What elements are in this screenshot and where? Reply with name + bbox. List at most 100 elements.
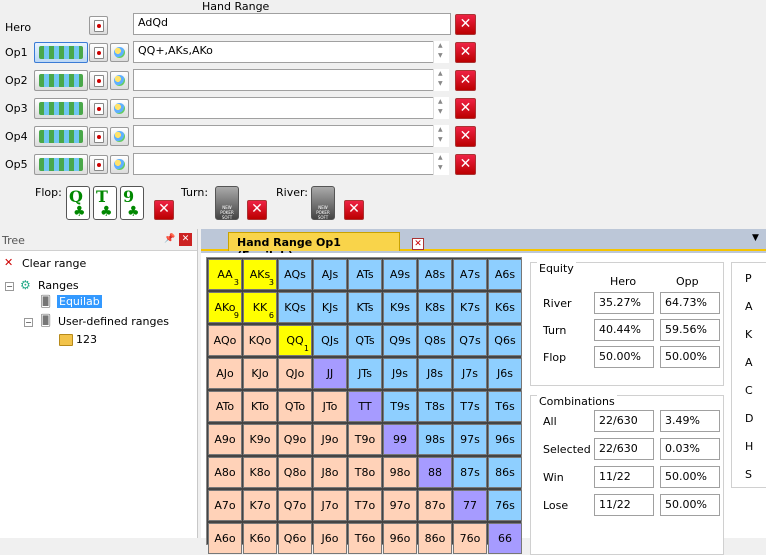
op1-range-matrix-button[interactable]	[34, 42, 88, 63]
river-clear-button[interactable]: ✕	[344, 200, 364, 220]
op2-clear-button[interactable]: ✕	[455, 70, 476, 91]
user-defined-collapse-toggle[interactable]: −	[24, 318, 33, 327]
hand-cell[interactable]: T6s	[488, 391, 522, 422]
op5-range-input[interactable]	[133, 153, 449, 175]
pin-icon[interactable]: 📌	[164, 234, 175, 244]
hand-cell[interactable]: K9s	[383, 292, 417, 323]
hand-cell[interactable]: 87s	[453, 457, 487, 488]
hand-cell[interactable]: JTo	[313, 391, 347, 422]
op3-card-picker-button[interactable]	[89, 99, 108, 118]
hand-cell[interactable]: 99	[383, 424, 417, 455]
hand-cell[interactable]: A6o	[208, 523, 242, 554]
hand-cell[interactable]: 96s	[488, 424, 522, 455]
hand-cell[interactable]: 86s	[488, 457, 522, 488]
hand-cell[interactable]: ATs	[348, 259, 382, 290]
op3-scrollbar[interactable]	[433, 97, 449, 119]
hero-clear-button[interactable]: ✕	[455, 14, 476, 35]
hand-cell[interactable]: AKo 9	[208, 292, 242, 323]
hand-cell[interactable]: TT	[348, 391, 382, 422]
hand-cell[interactable]: 86o	[418, 523, 452, 554]
hand-cell[interactable]: Q8s	[418, 325, 452, 356]
op4-clear-button[interactable]: ✕	[455, 126, 476, 147]
hand-cell[interactable]: AJs	[313, 259, 347, 290]
ranges-node[interactable]: Ranges	[38, 279, 79, 292]
op3-clear-button[interactable]: ✕	[455, 98, 476, 119]
hero-card-picker-button[interactable]	[89, 16, 108, 35]
op4-scrollbar[interactable]	[433, 125, 449, 147]
hand-cell[interactable]: T7o	[348, 490, 382, 521]
op5-range-matrix-button[interactable]	[34, 154, 88, 175]
hand-cell[interactable]: Q9s	[383, 325, 417, 356]
tab-hand-range-op1[interactable]: Hand Range Op1 (Equilab) ✕	[228, 232, 424, 262]
turn-clear-button[interactable]: ✕	[247, 200, 267, 220]
hand-cell[interactable]: J7o	[313, 490, 347, 521]
op2-color-button[interactable]	[110, 71, 129, 90]
flop-card-3[interactable]: 9 ♣	[120, 186, 144, 220]
hand-cell[interactable]: J6s	[488, 358, 522, 389]
folder-node-123[interactable]: 123	[76, 333, 97, 346]
hand-cell[interactable]: 97o	[383, 490, 417, 521]
hand-cell[interactable]: QJs	[313, 325, 347, 356]
hand-cell[interactable]: 66	[488, 523, 522, 554]
op5-scrollbar[interactable]	[433, 153, 449, 175]
tree-close-button[interactable]: ✕	[179, 233, 192, 246]
hand-cell[interactable]: T9s	[383, 391, 417, 422]
op2-card-picker-button[interactable]	[89, 71, 108, 90]
op2-range-input[interactable]	[133, 69, 449, 91]
op3-color-button[interactable]	[110, 99, 129, 118]
hand-cell[interactable]: 76s	[488, 490, 522, 521]
hand-cell[interactable]: A6s	[488, 259, 522, 290]
river-card-back[interactable]: NEW POKER SOFT	[311, 186, 335, 220]
flop-clear-button[interactable]: ✕	[154, 200, 174, 220]
hand-cell[interactable]: K6o	[243, 523, 277, 554]
turn-card-back[interactable]: NEW POKER SOFT	[215, 186, 239, 220]
hand-cell[interactable]: T9o	[348, 424, 382, 455]
hand-cell[interactable]: 76o	[453, 523, 487, 554]
hand-cell[interactable]: J8s	[418, 358, 452, 389]
hand-cell[interactable]: KQs	[278, 292, 312, 323]
op2-range-matrix-button[interactable]	[34, 70, 88, 91]
hand-cell[interactable]: A9o	[208, 424, 242, 455]
hand-cell[interactable]: KTo	[243, 391, 277, 422]
hand-cell[interactable]: T6o	[348, 523, 382, 554]
hand-cell[interactable]: K6s	[488, 292, 522, 323]
hand-cell[interactable]: AA 3	[208, 259, 242, 290]
hand-cell[interactable]: J9s	[383, 358, 417, 389]
hand-cell[interactable]: A9s	[383, 259, 417, 290]
hand-cell[interactable]: Q6o	[278, 523, 312, 554]
hand-cell[interactable]: Q7o	[278, 490, 312, 521]
hero-range-input[interactable]: AdQd	[133, 13, 451, 35]
hand-cell[interactable]: T8o	[348, 457, 382, 488]
op4-color-button[interactable]	[110, 127, 129, 146]
op1-range-input[interactable]: QQ+,AKs,AKo	[133, 41, 449, 63]
op5-color-button[interactable]	[110, 155, 129, 174]
op1-clear-button[interactable]: ✕	[455, 42, 476, 63]
hand-cell[interactable]: 98o	[383, 457, 417, 488]
equilab-node[interactable]: Equilab	[57, 295, 102, 308]
hand-cell[interactable]: K9o	[243, 424, 277, 455]
hand-cell[interactable]: 77	[453, 490, 487, 521]
op2-scrollbar[interactable]	[433, 69, 449, 91]
hand-cell[interactable]: K8o	[243, 457, 277, 488]
hand-cell[interactable]: KQo	[243, 325, 277, 356]
hand-cell[interactable]: Q7s	[453, 325, 487, 356]
hand-cell[interactable]: A8s	[418, 259, 452, 290]
flop-card-1[interactable]: Q ♣	[66, 186, 90, 220]
hand-cell[interactable]: AJo	[208, 358, 242, 389]
op4-range-input[interactable]	[133, 125, 449, 147]
op1-card-picker-button[interactable]	[89, 43, 108, 62]
hand-cell[interactable]: QTo	[278, 391, 312, 422]
hand-cell[interactable]: AQo	[208, 325, 242, 356]
hand-cell[interactable]: 97s	[453, 424, 487, 455]
hand-cell[interactable]: JTs	[348, 358, 382, 389]
hand-cell[interactable]: Q6s	[488, 325, 522, 356]
op1-scrollbar[interactable]	[433, 41, 449, 63]
hand-cell[interactable]: QJo	[278, 358, 312, 389]
hand-cell[interactable]: K8s	[418, 292, 452, 323]
hand-cell[interactable]: QQ 1	[278, 325, 312, 356]
hand-cell[interactable]: J6o	[313, 523, 347, 554]
hand-cell[interactable]: 87o	[418, 490, 452, 521]
tab-menu-dropdown[interactable]: ▼	[752, 233, 759, 243]
hand-cell[interactable]: ATo	[208, 391, 242, 422]
op5-clear-button[interactable]: ✕	[455, 154, 476, 175]
